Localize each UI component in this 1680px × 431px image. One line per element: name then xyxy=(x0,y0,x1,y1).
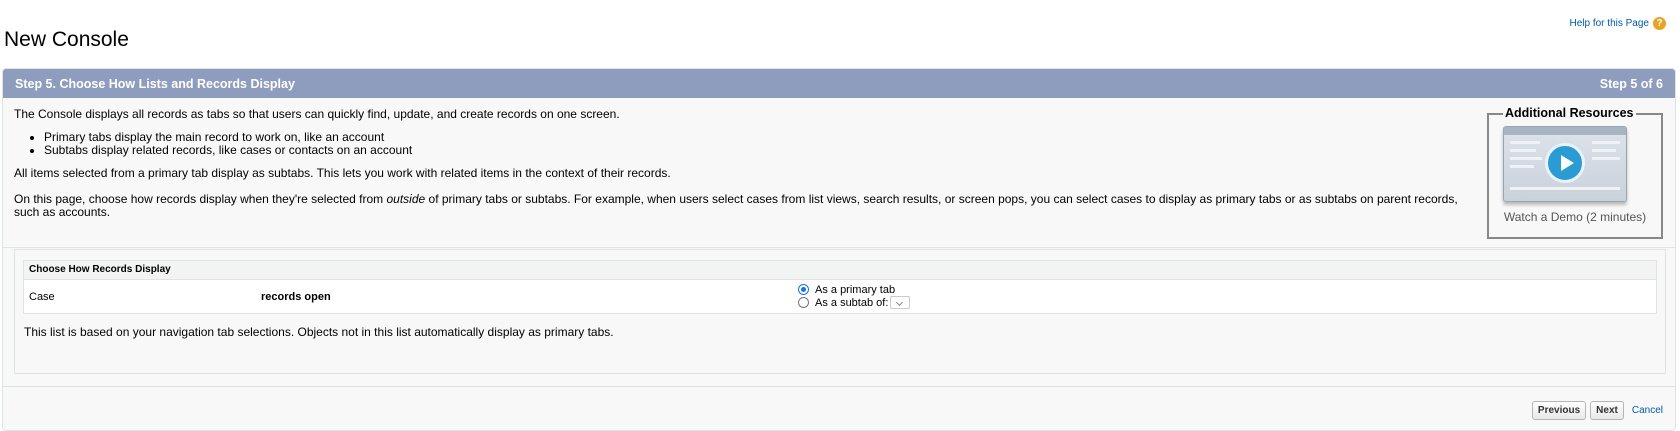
navigation-note: This list is based on your navigation ta… xyxy=(24,325,614,339)
intro-bullet-list: Primary tabs display the main record to … xyxy=(14,131,1664,157)
records-display-table: Choose How Records Display Case records … xyxy=(23,260,1657,314)
display-paragraph-start: On this page, choose how records display… xyxy=(14,192,387,206)
records-display-section: Choose How Records Display Case records … xyxy=(14,249,1666,374)
previous-button[interactable]: Previous xyxy=(1531,401,1587,420)
intro-paragraph: The Console displays all records as tabs… xyxy=(14,107,620,121)
play-icon[interactable] xyxy=(1545,143,1585,183)
primary-tab-label[interactable]: As a primary tab xyxy=(815,284,895,296)
intro-bullet: Subtabs display related records, like ca… xyxy=(44,144,1664,157)
subtab-parent-select[interactable] xyxy=(890,296,911,309)
help-link-container: Help for this Page ? xyxy=(1570,17,1666,30)
cancel-link[interactable]: Cancel xyxy=(1632,405,1663,416)
wizard-header: Step 5. Choose How Lists and Records Dis… xyxy=(3,69,1675,98)
intro-section: The Console displays all records as tabs… xyxy=(3,98,1675,248)
demo-video-thumbnail[interactable] xyxy=(1503,126,1627,202)
step-title: Step 5. Choose How Lists and Records Dis… xyxy=(15,76,295,91)
watch-demo-label[interactable]: Watch a Demo (2 minutes) xyxy=(1489,211,1661,224)
subtab-paragraph: All items selected from a primary tab di… xyxy=(14,166,671,180)
display-option-group: As a primary tab As a subtab of: xyxy=(798,283,911,309)
help-link[interactable]: Help for this Page xyxy=(1570,18,1650,29)
help-icon[interactable]: ? xyxy=(1653,17,1666,30)
additional-resources-box: Additional Resources Watch a Demo (2 min… xyxy=(1487,107,1663,239)
additional-resources-title: Additional Resources xyxy=(1503,106,1636,120)
footer-divider xyxy=(3,386,1675,387)
table-row: Case records open As a primary tab As a … xyxy=(24,280,1656,314)
object-name: Case xyxy=(29,291,55,303)
page-title: New Console xyxy=(4,28,129,52)
primary-tab-radio[interactable] xyxy=(798,284,809,295)
wizard-panel: Step 5. Choose How Lists and Records Dis… xyxy=(2,68,1676,431)
wizard-buttons: Previous Next Cancel xyxy=(1531,401,1663,420)
subtab-label[interactable]: As a subtab of: xyxy=(815,297,888,309)
next-button[interactable]: Next xyxy=(1590,401,1624,420)
subtab-option[interactable]: As a subtab of: xyxy=(798,296,911,309)
display-paragraph: On this page, choose how records display… xyxy=(14,193,1474,219)
records-open-label: records open xyxy=(261,291,331,303)
subtab-radio[interactable] xyxy=(798,297,809,308)
records-display-header: Choose How Records Display xyxy=(24,261,1656,280)
step-count: Step 5 of 6 xyxy=(1599,76,1663,91)
primary-tab-option[interactable]: As a primary tab xyxy=(798,283,910,296)
display-paragraph-emphasis: outside xyxy=(386,192,426,206)
